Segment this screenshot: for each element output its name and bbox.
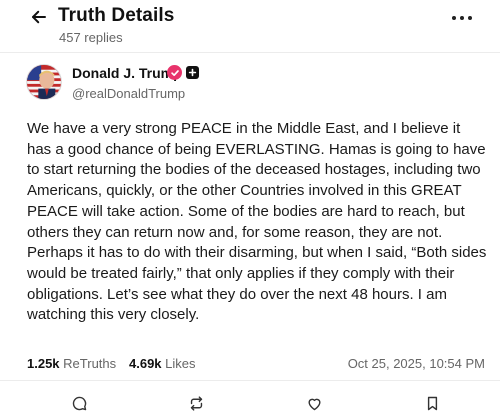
more-dot bbox=[460, 16, 464, 20]
more-dot bbox=[468, 16, 472, 20]
like-button[interactable] bbox=[303, 392, 325, 414]
author-handle[interactable]: @realDonaldTrump bbox=[72, 86, 185, 101]
repost-icon bbox=[190, 395, 202, 411]
header-divider bbox=[0, 52, 500, 53]
likes-label: Likes bbox=[165, 356, 196, 371]
post-timestamp: Oct 25, 2025, 10:54 PM bbox=[347, 356, 485, 371]
reply-button[interactable] bbox=[68, 392, 90, 414]
bookmark-icon bbox=[427, 396, 437, 410]
post-stats: 1.25k ReTruths 4.69k Likes Oct 25, 2025,… bbox=[27, 356, 487, 374]
replies-count: 457 replies bbox=[59, 30, 123, 45]
retruths-label: ReTruths bbox=[63, 356, 117, 371]
action-bar bbox=[0, 384, 500, 420]
likes-count: 4.69k bbox=[129, 356, 162, 371]
heart-icon bbox=[307, 398, 321, 410]
plus-badge-icon bbox=[186, 66, 199, 79]
author-name[interactable]: Donald J. Trump bbox=[72, 65, 182, 81]
avatar-image bbox=[27, 65, 61, 99]
retruth-button[interactable] bbox=[185, 392, 207, 414]
arrow-left-icon bbox=[32, 10, 46, 24]
more-options-button[interactable] bbox=[452, 12, 472, 24]
back-button[interactable] bbox=[30, 8, 50, 28]
avatar[interactable] bbox=[26, 64, 62, 100]
verified-badge-icon bbox=[167, 65, 182, 80]
page-title: Truth Details bbox=[58, 5, 175, 26]
likes-stat[interactable]: 4.69k Likes bbox=[129, 356, 196, 371]
page-header: Truth Details 457 replies bbox=[0, 0, 500, 50]
stats-divider bbox=[0, 380, 500, 381]
retruths-count: 1.25k bbox=[27, 356, 60, 371]
bookmark-button[interactable] bbox=[421, 392, 443, 414]
post-body: We have a very strong PEACE in the Middl… bbox=[27, 120, 487, 324]
more-horizontal-icon bbox=[452, 16, 456, 20]
retruths-stat[interactable]: 1.25k ReTruths bbox=[27, 356, 116, 371]
comment-icon bbox=[72, 396, 86, 410]
